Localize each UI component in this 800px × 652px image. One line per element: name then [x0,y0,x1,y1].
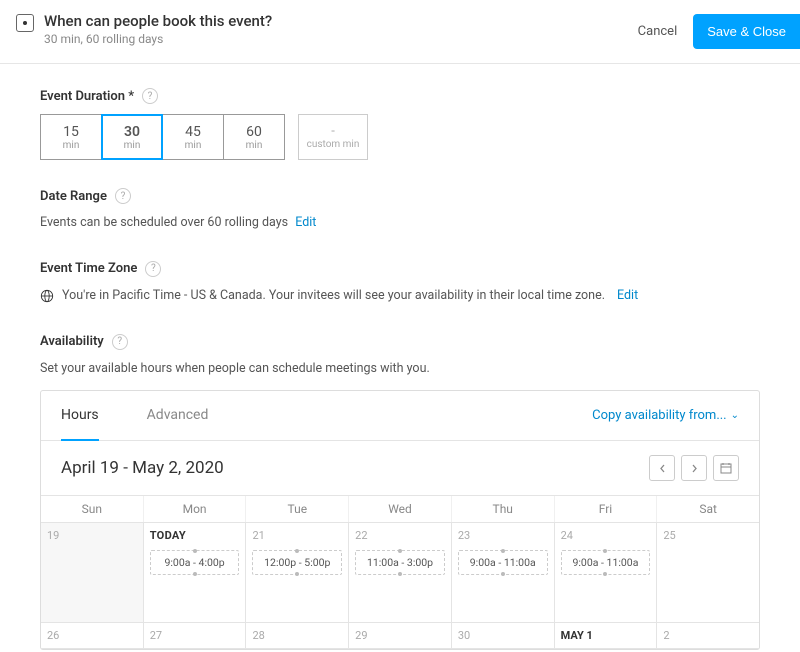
calendar-cell[interactable]: 27 [144,623,247,649]
help-icon[interactable]: ? [112,334,128,350]
page-header: When can people book this event? 30 min,… [0,0,800,64]
calendar-cell[interactable]: 29 [349,623,452,649]
page-subtitle: 30 min, 60 rolling days [44,32,638,46]
help-icon[interactable]: ? [145,261,161,277]
calendar-cell[interactable]: 25 [657,523,759,623]
prev-week-button[interactable] [649,455,675,481]
calendar-cell[interactable]: 2 [657,623,759,649]
calendar-cell[interactable]: 30 [452,623,555,649]
availability-section: Availability ? Set your available hours … [40,334,760,651]
save-close-button[interactable]: Save & Close [693,14,800,49]
calendar-dot-icon [16,14,34,32]
chevron-down-icon: ⌄ [731,410,739,421]
help-icon[interactable]: ? [142,88,158,104]
calendar-cell[interactable]: 28 [246,623,349,649]
globe-icon [40,289,54,303]
duration-30-button[interactable]: 30 min [101,114,163,160]
calendar-weekday-header: Sun Mon Tue Wed Thu Fri Sat [41,495,759,523]
availability-slot[interactable]: 11:00a - 3:00p [355,550,445,575]
event-time-zone-label: Event Time Zone [40,261,137,276]
calendar-cell[interactable]: 24 9:00a - 11:00a [555,523,658,623]
duration-45-button[interactable]: 45 min [162,114,224,160]
event-duration-section: Event Duration * ? 15 min 30 min 45 min … [40,88,760,160]
calendar-cell[interactable]: 19 [41,523,144,623]
availability-slot[interactable]: 9:00a - 4:00p [150,550,240,575]
event-time-zone-section: Event Time Zone ? You're in Pacific Time… [40,261,760,306]
calendar-row: 26 27 28 29 30 MAY 1 2 [41,623,759,649]
date-range-display: April 19 - May 2, 2020 [61,458,224,478]
calendar-cell[interactable]: 21 12:00p - 5:00p [246,523,349,623]
calendar-cell[interactable]: 23 9:00a - 11:00a [452,523,555,623]
duration-60-button[interactable]: 60 min [223,114,285,160]
copy-availability-link[interactable]: Copy availability from... ⌄ [592,408,739,423]
availability-label: Availability [40,334,104,349]
calendar-picker-button[interactable] [713,455,739,481]
availability-slot[interactable]: 9:00a - 11:00a [458,550,548,575]
calendar-cell[interactable]: MAY 1 [555,623,658,649]
availability-slot[interactable]: 12:00p - 5:00p [252,550,342,575]
help-icon[interactable]: ? [115,188,131,204]
cancel-button[interactable]: Cancel [638,24,678,39]
date-range-section: Date Range ? Events can be scheduled ove… [40,188,760,233]
tab-advanced[interactable]: Advanced [147,391,209,441]
date-range-text: Events can be scheduled over 60 rolling … [40,215,288,230]
duration-15-button[interactable]: 15 min [40,114,102,160]
header-text: When can people book this event? 30 min,… [44,12,638,46]
calendar-cell[interactable]: TODAY 9:00a - 4:00p [144,523,247,623]
availability-panel: Hours Advanced Copy availability from...… [40,390,760,650]
date-range-label: Date Range [40,189,107,204]
next-week-button[interactable] [681,455,707,481]
time-zone-edit-link[interactable]: Edit [617,287,638,306]
time-zone-text: You're in Pacific Time - US & Canada. Yo… [62,287,605,306]
availability-text: Set your available hours when people can… [40,360,760,379]
tab-hours[interactable]: Hours [61,391,99,441]
date-range-edit-link[interactable]: Edit [295,215,316,230]
availability-slot[interactable]: 9:00a - 11:00a [561,550,651,575]
calendar-cell[interactable]: 26 [41,623,144,649]
event-duration-label: Event Duration * [40,89,134,104]
page-title: When can people book this event? [44,12,638,30]
calendar-cell[interactable]: 22 11:00a - 3:00p [349,523,452,623]
calendar-row: 19 TODAY 9:00a - 4:00p 21 12:00p - 5:00p… [41,523,759,623]
duration-custom-button[interactable]: - custom min [298,114,368,160]
